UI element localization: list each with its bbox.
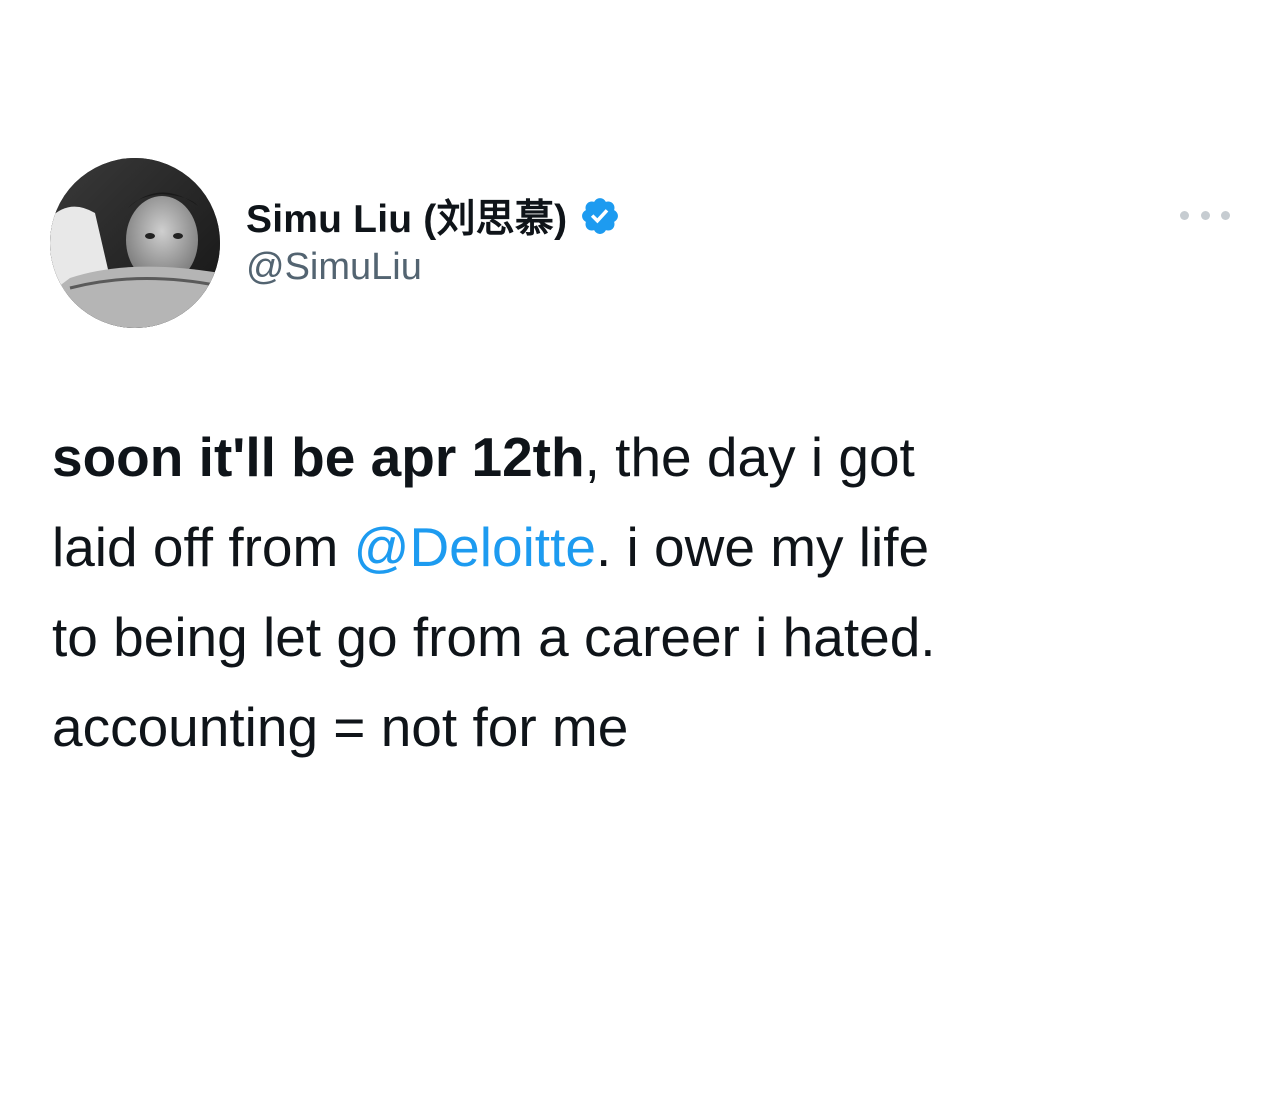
mention-link[interactable]: @Deloitte: [354, 516, 596, 578]
tweet-bold-phrase: soon it'll be apr 12th: [52, 426, 585, 488]
verified-badge-icon: [579, 195, 621, 237]
tweet-line-4: accounting = not for me: [52, 696, 629, 758]
tweet-line-1: soon it'll be apr 12th, the day i got: [52, 412, 1252, 502]
more-dot: [1200, 210, 1210, 220]
avatar-photo: [50, 158, 220, 328]
more-dot: [1180, 210, 1189, 220]
handle[interactable]: @SimuLiu: [246, 246, 621, 289]
tweet-line-1-rest: , the day i got: [584, 426, 915, 488]
author-block: Simu Liu (刘思慕) @SimuLiu: [246, 188, 621, 289]
tweet-text: soon it'll be apr 12th, the day i got la…: [52, 412, 1252, 772]
tweet-line-2: laid off from @Deloitte. i owe my life: [52, 502, 1252, 592]
tweet-card: Simu Liu (刘思慕) @SimuLiu soon it'll be ap…: [0, 0, 1283, 1114]
tweet-line-2-start: laid off from: [52, 516, 354, 578]
avatar[interactable]: [50, 158, 220, 328]
more-options-icon[interactable]: [1180, 200, 1230, 230]
display-name[interactable]: Simu Liu (刘思慕): [246, 188, 567, 244]
tweet-line-3: to being let go from a career i hated.: [52, 606, 936, 668]
name-row: Simu Liu (刘思慕): [246, 188, 621, 244]
more-dot: [1221, 210, 1230, 220]
tweet-line-2-end: . i owe my life: [595, 516, 930, 578]
